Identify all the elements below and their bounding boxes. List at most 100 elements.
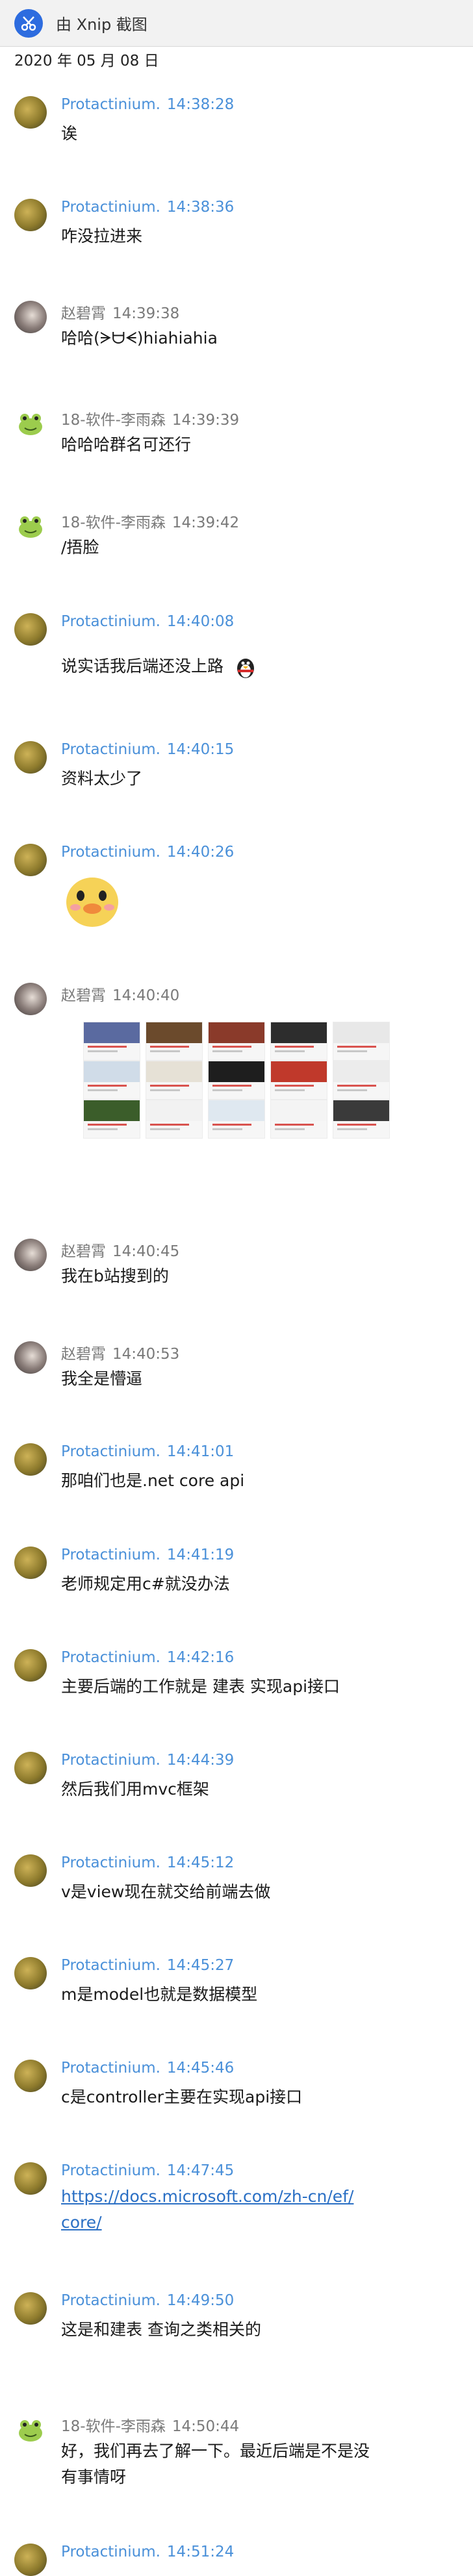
video-thumbnail[interactable] bbox=[146, 1022, 203, 1061]
message-time: 14:39:42 bbox=[172, 514, 240, 531]
sender-name: Protactinium. bbox=[61, 1547, 160, 1563]
avatar[interactable] bbox=[14, 2414, 47, 2446]
message-text: 诶 bbox=[61, 124, 78, 143]
avatar[interactable] bbox=[14, 741, 47, 774]
message-text: 主要后端的工作就是 建表 实现api接口 bbox=[61, 1677, 340, 1696]
video-thumbnail[interactable] bbox=[208, 1022, 265, 1061]
message-time: 14:40:40 bbox=[112, 987, 180, 1004]
avatar[interactable] bbox=[14, 1239, 47, 1271]
message-time: 14:39:38 bbox=[112, 305, 180, 322]
message-text: /捂脸 bbox=[61, 538, 99, 557]
message-time: 14:38:28 bbox=[166, 96, 235, 113]
message-link[interactable]: https://docs.microsoft.com/zh-cn/ef/ bbox=[61, 2187, 353, 2206]
video-thumbnail[interactable] bbox=[146, 1061, 203, 1100]
avatar[interactable] bbox=[14, 983, 47, 1015]
message-time: 14:41:01 bbox=[166, 1443, 235, 1460]
message-header: Protactinium. 14:44:39 bbox=[61, 1752, 234, 1769]
sender-name: Protactinium. bbox=[61, 1957, 160, 1974]
chat-date: 2020 年 05 月 08 日 bbox=[14, 53, 159, 69]
sender-name: 18-软件-李雨森 bbox=[61, 412, 166, 429]
video-thumbnail[interactable] bbox=[83, 1061, 140, 1100]
video-thumbnail[interactable] bbox=[83, 1100, 140, 1139]
message-time: 14:40:45 bbox=[112, 1243, 180, 1260]
video-thumbnail[interactable] bbox=[270, 1100, 327, 1139]
avatar[interactable] bbox=[14, 1957, 47, 1989]
avatar[interactable] bbox=[14, 199, 47, 231]
message-text: 然后我们用mvc框架 bbox=[61, 1780, 209, 1799]
sender-name: Protactinium. bbox=[61, 1443, 160, 1460]
sender-name: Protactinium. bbox=[61, 2292, 160, 2309]
avatar[interactable] bbox=[14, 1752, 47, 1784]
avatar[interactable] bbox=[14, 1854, 47, 1887]
sender-name: 18-软件-李雨森 bbox=[61, 514, 166, 531]
message-text: 哈哈(ᗒᗨᗕ)hiahiahia bbox=[61, 329, 218, 347]
video-thumbnail[interactable] bbox=[270, 1022, 327, 1061]
message-time: 14:39:39 bbox=[172, 412, 240, 429]
sender-name: Protactinium. bbox=[61, 844, 160, 861]
message-header: Protactinium. 14:45:46 bbox=[61, 2060, 234, 2077]
avatar[interactable] bbox=[14, 407, 47, 440]
video-thumbnail[interactable] bbox=[333, 1022, 390, 1061]
message-header: Protactinium. 14:40:08 bbox=[61, 613, 234, 630]
avatar[interactable] bbox=[14, 301, 47, 333]
window-titlebar: 由 Xnip 截图 bbox=[0, 0, 473, 47]
message-time: 14:51:24 bbox=[166, 2544, 235, 2560]
message-text: v是view现在就交给前端去做 bbox=[61, 1882, 271, 1901]
message-time: 14:44:39 bbox=[166, 1752, 235, 1769]
message-header: 赵碧霄 14:40:53 bbox=[61, 1341, 179, 1363]
yellow-duck-sticker[interactable] bbox=[61, 868, 123, 929]
message-text: 我在b站搜到的 bbox=[61, 1267, 169, 1285]
message-header: Protactinium. 14:45:12 bbox=[61, 1854, 234, 1871]
video-thumbnail[interactable] bbox=[208, 1100, 265, 1139]
sender-name: 18-软件-李雨森 bbox=[61, 2418, 166, 2435]
avatar[interactable] bbox=[14, 844, 47, 876]
message-header: 18-软件-李雨森 14:39:39 bbox=[61, 407, 239, 429]
video-thumbnail[interactable] bbox=[333, 1100, 390, 1139]
message-header: Protactinium. 14:41:01 bbox=[61, 1443, 234, 1460]
frog-avatar-icon bbox=[19, 2420, 42, 2442]
video-thumbnail[interactable] bbox=[208, 1061, 265, 1100]
message-header: Protactinium. 14:40:26 bbox=[61, 844, 234, 861]
avatar[interactable] bbox=[14, 2162, 47, 2195]
message-header: Protactinium. 14:47:45 bbox=[61, 2162, 234, 2179]
avatar[interactable] bbox=[14, 96, 47, 129]
message-time: 14:50:44 bbox=[172, 2418, 240, 2435]
message-header: Protactinium. 14:40:15 bbox=[61, 741, 234, 758]
image-thumbnail-grid[interactable] bbox=[83, 1022, 395, 1178]
message-time: 14:40:26 bbox=[166, 844, 235, 861]
scissors-icon[interactable] bbox=[14, 8, 43, 38]
avatar[interactable] bbox=[14, 1341, 47, 1374]
sender-name: Protactinium. bbox=[61, 1649, 160, 1666]
message-text: 有事情呀 bbox=[61, 2468, 127, 2486]
sender-name: Protactinium. bbox=[61, 1854, 160, 1871]
avatar[interactable] bbox=[14, 510, 47, 542]
sender-name: Protactinium. bbox=[61, 2544, 160, 2560]
avatar[interactable] bbox=[14, 2060, 47, 2092]
video-thumbnail[interactable] bbox=[83, 1022, 140, 1061]
avatar[interactable] bbox=[14, 1649, 47, 1682]
message-header: Protactinium. 14:45:27 bbox=[61, 1957, 234, 1974]
message-time: 14:45:12 bbox=[166, 1854, 235, 1871]
message-header: 赵碧霄 14:40:40 bbox=[61, 983, 179, 1005]
avatar[interactable] bbox=[14, 1443, 47, 1476]
window-title: 由 Xnip 截图 bbox=[56, 16, 147, 34]
message-header: Protactinium. 14:38:36 bbox=[61, 199, 234, 216]
message-header: 赵碧霄 14:39:38 bbox=[61, 301, 179, 323]
sender-name: Protactinium. bbox=[61, 96, 160, 113]
sender-name: Protactinium. bbox=[61, 613, 160, 630]
message-text: 说实话我后端还没上路 bbox=[61, 657, 224, 676]
avatar[interactable] bbox=[14, 2292, 47, 2325]
message-header: Protactinium. 14:49:50 bbox=[61, 2292, 234, 2309]
avatar[interactable] bbox=[14, 1547, 47, 1579]
video-thumbnail[interactable] bbox=[146, 1100, 203, 1139]
video-thumbnail[interactable] bbox=[333, 1061, 390, 1100]
penguin-icon bbox=[236, 659, 254, 678]
message-text: 老师规定用c#就没办法 bbox=[61, 1574, 230, 1593]
message-header: 赵碧霄 14:40:45 bbox=[61, 1239, 179, 1261]
message-text: 咋没拉进来 bbox=[61, 227, 143, 246]
video-thumbnail[interactable] bbox=[270, 1061, 327, 1100]
sender-name: 赵碧霄 bbox=[61, 987, 106, 1004]
message-link[interactable]: core/ bbox=[61, 2213, 102, 2232]
message-time: 14:45:46 bbox=[166, 2060, 235, 2077]
avatar[interactable] bbox=[14, 613, 47, 646]
